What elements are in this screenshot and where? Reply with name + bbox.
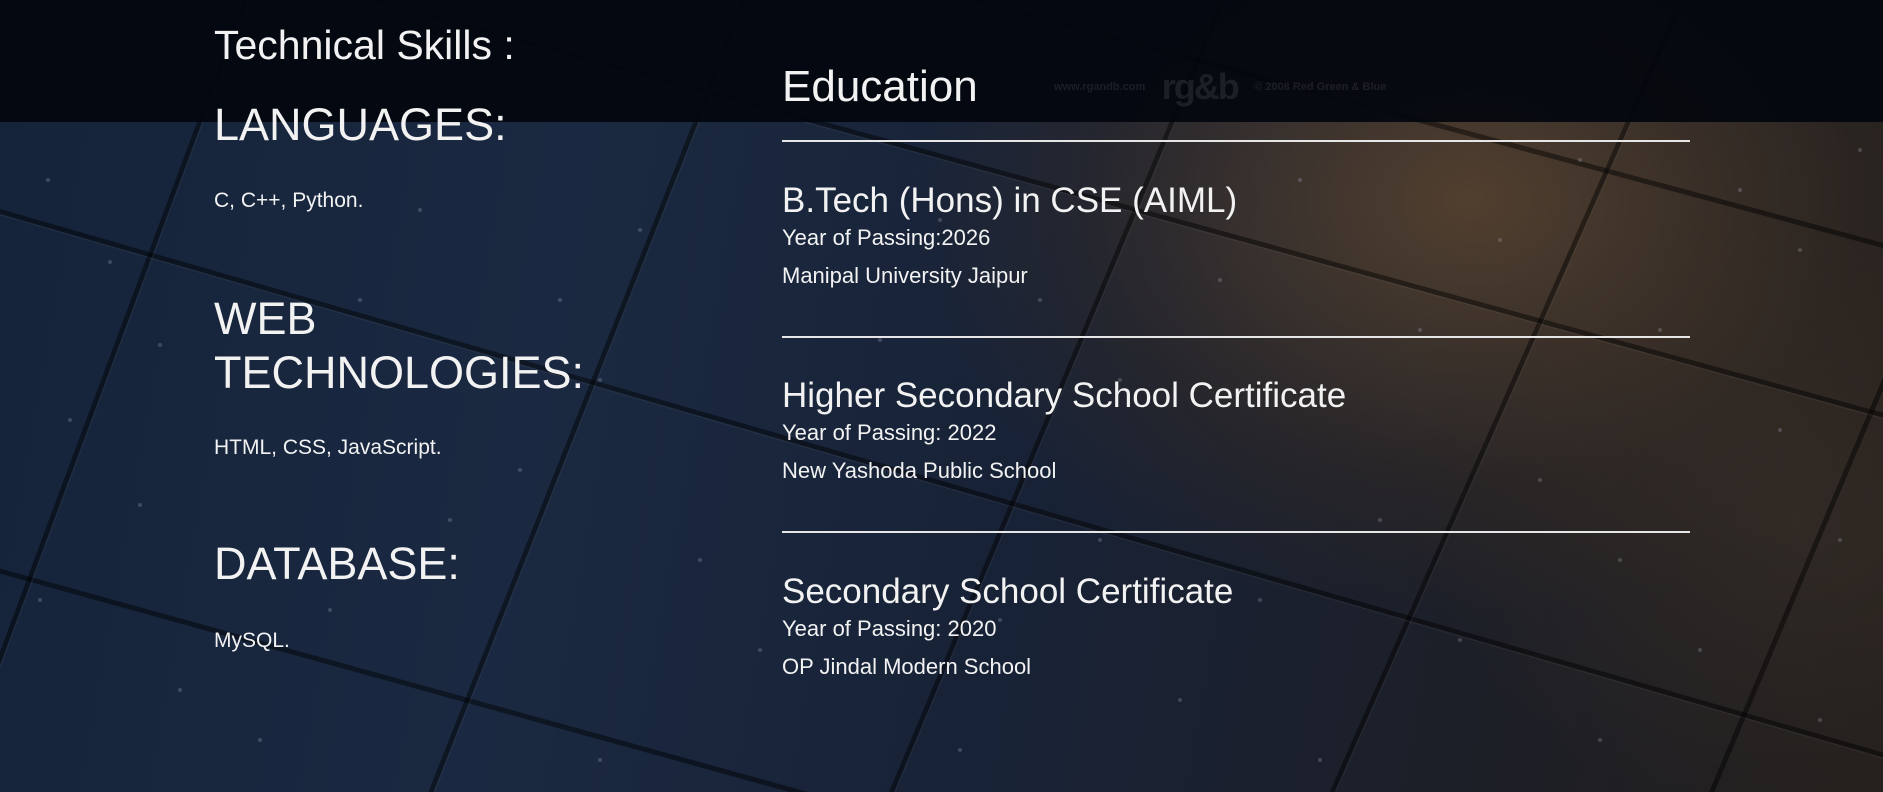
divider [782,336,1690,338]
skill-category-heading-database: DATABASE: [214,538,460,589]
education-entry: Secondary School Certificate Year of Pas… [782,571,1690,680]
school-name: OP Jindal Modern School [782,654,1032,679]
year-of-passing: Year of Passing: 2020 [782,616,997,641]
school-name: New Yashoda Public School [782,458,1057,483]
divider [782,531,1690,533]
degree-title: Secondary School Certificate [782,572,1234,611]
technical-skills-title: Technical Skills : [214,22,515,68]
year-of-passing: Year of Passing: 2022 [782,420,997,445]
education-title: Education [782,62,978,111]
school-name: Manipal University Jaipur [782,263,1028,288]
divider [782,140,1690,142]
degree-title: B.Tech (Hons) in CSE (AIML) [782,181,1238,220]
skill-category-items-database: MySQL. [214,629,290,652]
skill-category-items-web-technologies: HTML, CSS, JavaScript. [214,436,442,459]
education-entry: Higher Secondary School Certificate Year… [782,375,1690,484]
main-content: Technical Skills : LANGUAGES: C, C++, Py… [0,0,1883,792]
skill-category-heading-web-technologies: WEB TECHNOLOGIES: [214,293,585,398]
year-of-passing: Year of Passing:2026 [782,225,991,250]
education-entry: B.Tech (Hons) in CSE (AIML) Year of Pass… [782,180,1690,289]
degree-title: Higher Secondary School Certificate [782,376,1347,415]
skill-category-heading-languages: LANGUAGES: [214,99,507,150]
skill-category-items-languages: C, C++, Python. [214,189,364,212]
